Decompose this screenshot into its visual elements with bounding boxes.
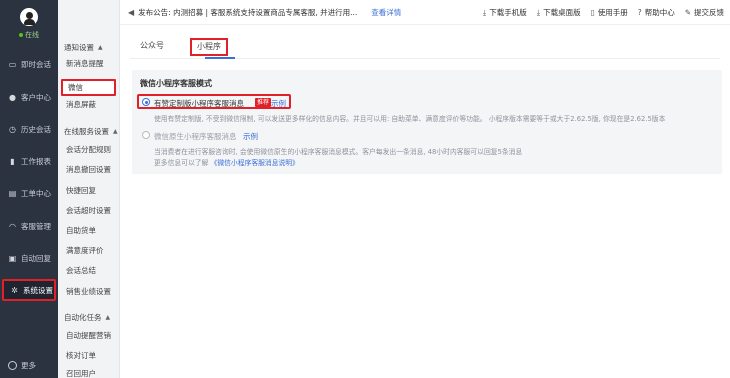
sidebar-item-reports[interactable]: ▮ 工作报表 bbox=[2, 150, 56, 172]
sidebar-item-label: 自动回复 bbox=[21, 253, 51, 263]
submenu-item-session-summary[interactable]: 会话总结 bbox=[66, 263, 96, 279]
download-mobile-button[interactable]: ⤓ 下载手机版 bbox=[483, 7, 527, 18]
sidebar-item-label: 系统设置 bbox=[23, 285, 53, 295]
option-youzan-example-link[interactable]: 示例 bbox=[271, 98, 286, 109]
sidebar-item-system-settings[interactable]: ✲ 系统设置 bbox=[2, 279, 56, 301]
submenu-group-online[interactable]: 在线服务设置 ▲ bbox=[64, 126, 118, 137]
submenu-item-message-recall[interactable]: 消息撤回设置 bbox=[66, 162, 111, 178]
miniprogram-service-mode-panel: 微信小程序客服模式 有赞定制版小程序客服消息 推荐 示例 使用有赞定制版, 不受… bbox=[132, 70, 722, 174]
sidebar-item-label: 历史会话 bbox=[21, 124, 51, 134]
more-button[interactable]: 更多 bbox=[8, 360, 36, 371]
submenu-item-wechat[interactable]: 微信 bbox=[61, 79, 116, 96]
online-status[interactable]: 在线 bbox=[6, 30, 52, 40]
speaker-icon: ◀ bbox=[128, 7, 135, 17]
caret-up-icon: ▲ bbox=[98, 44, 103, 51]
submenu-item-session-timeout[interactable]: 会话超时设置 bbox=[66, 203, 111, 219]
sidebar-item-auto-reply[interactable]: ▣ 自动回复 bbox=[2, 247, 56, 269]
submenu-item-new-message[interactable]: 新消息提醒 bbox=[66, 56, 104, 72]
submenu-item-verify-order[interactable]: 核对订单 bbox=[66, 348, 96, 364]
submenu-group-label: 自动化任务 bbox=[64, 313, 102, 322]
ticket-icon: ▤ bbox=[8, 188, 17, 198]
view-detail-link[interactable]: 查看详情 bbox=[371, 7, 401, 18]
more-icon bbox=[8, 361, 17, 370]
recommend-badge: 推荐 bbox=[255, 98, 272, 107]
settings-submenu: 通知设置 ▲ 新消息提醒 消息屏蔽 在线服务设置 ▲ 会话分配规则 消息撤回设置 快… bbox=[58, 0, 120, 378]
sidebar-item-instant-chat[interactable]: ▭ 即时会话 bbox=[2, 53, 56, 75]
more-info-prefix: 更多信息可以了解 bbox=[154, 159, 209, 167]
help-icon: ? bbox=[637, 8, 642, 17]
book-icon: ▯ bbox=[590, 8, 595, 17]
submenu-item-auto-ticket[interactable]: 自助货单 bbox=[66, 223, 96, 239]
submenu-item-satisfaction[interactable]: 满意度评价 bbox=[66, 243, 104, 259]
top-notice-bar: ◀ 发布公告: 内测招募 | 客服系统支持设置商品专属客服, 并进行用... 查… bbox=[120, 0, 730, 25]
announcement-text: 发布公告: 内测招募 | 客服系统支持设置商品专属客服, 并进行用... bbox=[138, 7, 358, 17]
option-native-label[interactable]: 微信原生小程序客服消息 bbox=[154, 131, 237, 142]
user-manual-button[interactable]: ▯ 使用手册 bbox=[591, 7, 628, 18]
submenu-group-notify[interactable]: 通知设置 ▲ bbox=[64, 42, 103, 53]
more-label: 更多 bbox=[21, 361, 36, 370]
avatar[interactable] bbox=[20, 8, 38, 26]
submenu-group-automation[interactable]: 自动化任务 ▲ bbox=[64, 312, 110, 323]
option-native-description: 当消费者在进行客服咨询时, 会使用微信原生的小程序客服消息模式。客户每发出一条消… bbox=[154, 148, 523, 156]
sidebar-item-agents[interactable]: ◠ 客服管理 bbox=[2, 215, 56, 237]
gear-icon: ✲ bbox=[11, 285, 18, 295]
sidebar-item-label: 工作报表 bbox=[21, 156, 51, 166]
download-icon: ⤓ bbox=[536, 7, 541, 17]
avatar-body-shape bbox=[24, 19, 35, 25]
submenu-item-message-mask[interactable]: 消息屏蔽 bbox=[66, 97, 96, 113]
help-center-button[interactable]: ? 帮助中心 bbox=[638, 7, 675, 18]
action-label: 使用手册 bbox=[597, 8, 628, 17]
app-root: 在线 ▭ 即时会话 ● 客户中心 ◷ 历史会话 ▮ 工作报表 ▤ 工单中心 ◠ 客服管理 ▣… bbox=[0, 0, 730, 378]
submenu-group-label: 通知设置 bbox=[64, 43, 94, 52]
bar-chart-icon: ▮ bbox=[10, 156, 15, 166]
clock-icon: ◷ bbox=[9, 124, 16, 134]
download-desktop-button[interactable]: ⤓ 下载桌面版 bbox=[537, 7, 581, 18]
download-icon: ⤓ bbox=[482, 7, 487, 17]
tab-mini-program[interactable]: 小程序 bbox=[190, 38, 228, 56]
radio-youzan-custom[interactable] bbox=[142, 98, 150, 106]
user-icon: ● bbox=[9, 92, 16, 102]
option-youzan-label[interactable]: 有赞定制版小程序客服消息 bbox=[154, 98, 244, 109]
action-label: 提交反馈 bbox=[694, 8, 724, 17]
sidebar-item-label: 客服管理 bbox=[21, 221, 51, 231]
sidebar-item-customer-center[interactable]: ● 客户中心 bbox=[2, 86, 56, 108]
action-label: 下载手机版 bbox=[489, 8, 527, 17]
option-native-example-link[interactable]: 示例 bbox=[243, 131, 258, 142]
online-dot-icon bbox=[19, 33, 23, 37]
option-native-more-info: 更多信息可以了解 《微信小程序客服消息说明》 bbox=[154, 157, 299, 167]
tab-official-account[interactable]: 公众号 bbox=[140, 36, 164, 56]
caret-up-icon: ▲ bbox=[113, 128, 118, 135]
channel-tabs: 公众号 小程序 bbox=[140, 36, 228, 58]
submenu-group-label: 在线服务设置 bbox=[64, 127, 109, 136]
avatar-head-shape bbox=[26, 12, 33, 19]
sidebar-item-label: 即时会话 bbox=[21, 59, 51, 69]
feedback-button[interactable]: ✎ 提交反馈 bbox=[685, 7, 724, 18]
action-label: 帮助中心 bbox=[644, 8, 675, 17]
headset-icon: ◠ bbox=[9, 221, 16, 231]
submenu-item-session-dispatch[interactable]: 会话分配规则 bbox=[66, 142, 111, 158]
online-status-label: 在线 bbox=[25, 31, 39, 39]
radio-wechat-native[interactable] bbox=[142, 131, 150, 139]
sidebar-item-label: 客户中心 bbox=[21, 92, 51, 102]
feedback-icon: ✎ bbox=[684, 8, 691, 17]
active-tab-underline bbox=[205, 57, 235, 59]
sidebar-item-tickets[interactable]: ▤ 工单中心 bbox=[2, 182, 56, 204]
option-youzan-description: 使用有赞定制版, 不受到微信限制, 可以发送更多样化的信息内容。并且可以用: 自… bbox=[154, 115, 666, 123]
service-message-doc-link[interactable]: 《微信小程序客服消息说明》 bbox=[211, 159, 299, 167]
top-actions: ⤓ 下载手机版 ⤓ 下载桌面版 ▯ 使用手册 ? 帮助中心 ✎ 提交反馈 bbox=[483, 0, 724, 25]
submenu-item-auto-remind[interactable]: 自动提醒营销 bbox=[66, 328, 111, 344]
panel-title: 微信小程序客服模式 bbox=[140, 79, 212, 88]
sidebar-item-label: 工单中心 bbox=[21, 188, 51, 198]
main-sidebar: 在线 ▭ 即时会话 ● 客户中心 ◷ 历史会话 ▮ 工作报表 ▤ 工单中心 ◠ 客服管理 ▣… bbox=[0, 0, 58, 378]
submenu-item-quick-reply[interactable]: 快捷回复 bbox=[66, 183, 96, 199]
submenu-item-sales-setting[interactable]: 销售业绩设置 bbox=[66, 284, 111, 300]
robot-icon: ▣ bbox=[8, 253, 17, 263]
submenu-item-recall-customer[interactable]: 召回用户 bbox=[66, 366, 96, 378]
action-label: 下载桌面版 bbox=[543, 8, 581, 17]
sidebar-item-history[interactable]: ◷ 历史会话 bbox=[2, 118, 56, 140]
caret-up-icon: ▲ bbox=[105, 314, 111, 321]
chat-icon: ▭ bbox=[8, 59, 17, 69]
